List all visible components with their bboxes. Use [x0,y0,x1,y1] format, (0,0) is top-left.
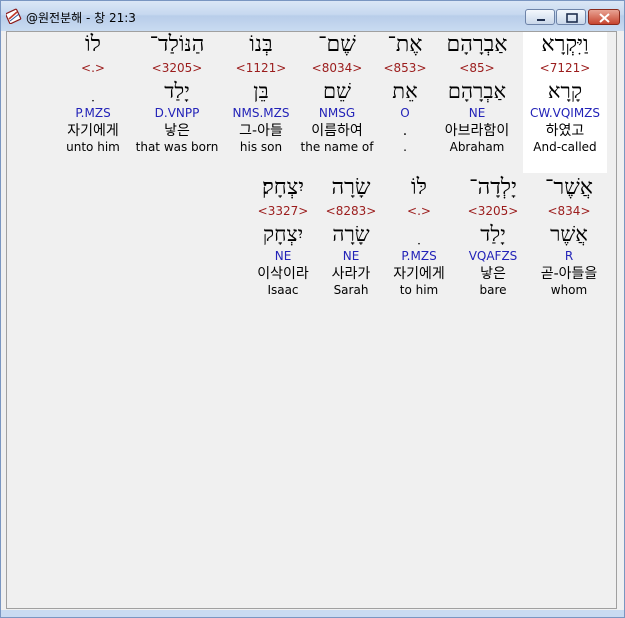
hebrew-lemma: שֵׁם [323,79,351,103]
hebrew-word: בְּנוֹ [249,32,273,57]
hebrew-lemma: אַבְרָהָם [447,79,507,103]
english-gloss: unto him [66,140,120,154]
parsing-code: R [564,249,574,263]
window-bottom-edge [1,610,624,617]
korean-gloss: 낳은 [480,266,506,282]
english-gloss: that was born [135,140,219,154]
interlinear-view[interactable]: וַיִּקְרָא <7121> קָרָא CW.VQIMZS 하였고 An… [6,31,617,609]
strong-number[interactable]: <834> [527,204,611,218]
word-cell[interactable]: הַנּוֹלַד־ <3205> יָלַד D.VNPP 낳은 that w… [135,32,219,154]
close-icon [599,13,610,23]
maximize-button[interactable] [556,9,586,25]
korean-gloss: 낳은 [164,123,190,139]
app-window: @원전분해 - 창 21:3 וַיִּקְרָא <7121> קָרָא C… [0,0,625,618]
bible-book-icon[interactable] [5,8,22,25]
close-button[interactable] [588,9,620,25]
hebrew-lemma: ִ [51,78,135,104]
english-gloss: the name of [300,140,374,154]
hebrew-word: שֶׁם־ [318,32,356,57]
word-cell[interactable]: יִצְחָק׃ <3327> יִצְחָק NE 이삭이라 Isaac [241,175,325,297]
parsing-code: NMS.MZS [232,106,290,120]
minimize-icon [537,19,545,21]
hebrew-word: לוֹ [85,32,101,57]
strong-number[interactable]: <3205> [135,61,219,75]
hebrew-lemma: יָלַד [164,79,190,103]
word-cell[interactable]: בְּנוֹ <1121> בֵּן NMS.MZS 그-아들 his son [219,32,303,154]
korean-gloss: 아브라함이 [444,123,510,139]
word-cell[interactable]: שֶׁם־ <8034> שֵׁם NMSG 이름하여 the name of [295,32,379,154]
word-cell[interactable]: יָלְדָה־ <3205> יָלַד VQAFZS 낳은 bare [451,175,535,297]
strong-number[interactable]: <85> [435,61,519,75]
hebrew-word: יָלְדָה־ [469,175,517,200]
english-gloss: And-called [533,140,597,154]
hebrew-lemma: בֵּן [253,79,269,103]
maximize-icon [566,13,578,23]
minimize-button[interactable] [525,9,555,25]
english-gloss: bare [479,283,507,297]
korean-gloss: 곧-아들을 [540,266,598,282]
word-cell[interactable]: אַבְרָהָם <85> אַבְרָהָם NE 아브라함이 Abraha… [435,32,519,154]
hebrew-lemma: יִצְחָק [262,222,304,246]
title-bar[interactable]: @원전분해 - 창 21:3 [1,1,624,31]
hebrew-word: וַיִּקְרָא [541,32,589,57]
word-cell[interactable]: אֲשֶׁר־ <834> אֲשֶׁר R 곧-아들을 whom [527,175,611,297]
korean-gloss: 이름하여 [311,123,363,139]
english-gloss: whom [550,283,588,297]
parsing-code: NE [274,249,292,263]
korean-gloss: 그-아들 [239,123,283,139]
strong-number[interactable]: <8034> [295,61,379,75]
parsing-code: CW.VQIMZS [529,106,601,120]
hebrew-word: הַנּוֹלַד־ [149,32,205,57]
word-cell[interactable]: וַיִּקְרָא <7121> קָרָא CW.VQIMZS 하였고 An… [523,32,607,173]
strong-number[interactable]: <3327> [241,204,325,218]
english-gloss: Isaac [267,283,299,297]
parsing-code: NE [468,106,486,120]
word-cell[interactable]: לוֹ <.> ִ P.MZS 자기에게 unto him [51,32,135,154]
korean-gloss: 하였고 [545,123,585,139]
english-gloss: Abraham [449,140,505,154]
hebrew-word: אַבְרָהָם [446,32,508,57]
parsing-code: P.MZS [75,106,111,120]
korean-gloss: 이삭이라 [257,266,309,282]
hebrew-lemma: אֲשֶׁר [550,222,588,246]
strong-number[interactable]: <1121> [219,61,303,75]
hebrew-lemma: קָרָא [547,79,583,103]
english-gloss: his son [239,140,283,154]
strong-number[interactable]: <7121> [523,61,607,75]
parsing-code: NMSG [318,106,356,120]
hebrew-word: אֲשֶׁר־ [544,175,593,200]
strong-number[interactable]: <.> [51,61,135,75]
korean-gloss: 자기에게 [67,123,119,139]
hebrew-word: יִצְחָק׃ [261,175,305,200]
strong-number[interactable]: <3205> [451,204,535,218]
window-title: @원전분해 - 창 21:3 [26,11,136,25]
hebrew-lemma: יָלַד [480,222,506,246]
parsing-code: VQAFZS [468,249,518,263]
parsing-code: D.VNPP [154,106,200,120]
